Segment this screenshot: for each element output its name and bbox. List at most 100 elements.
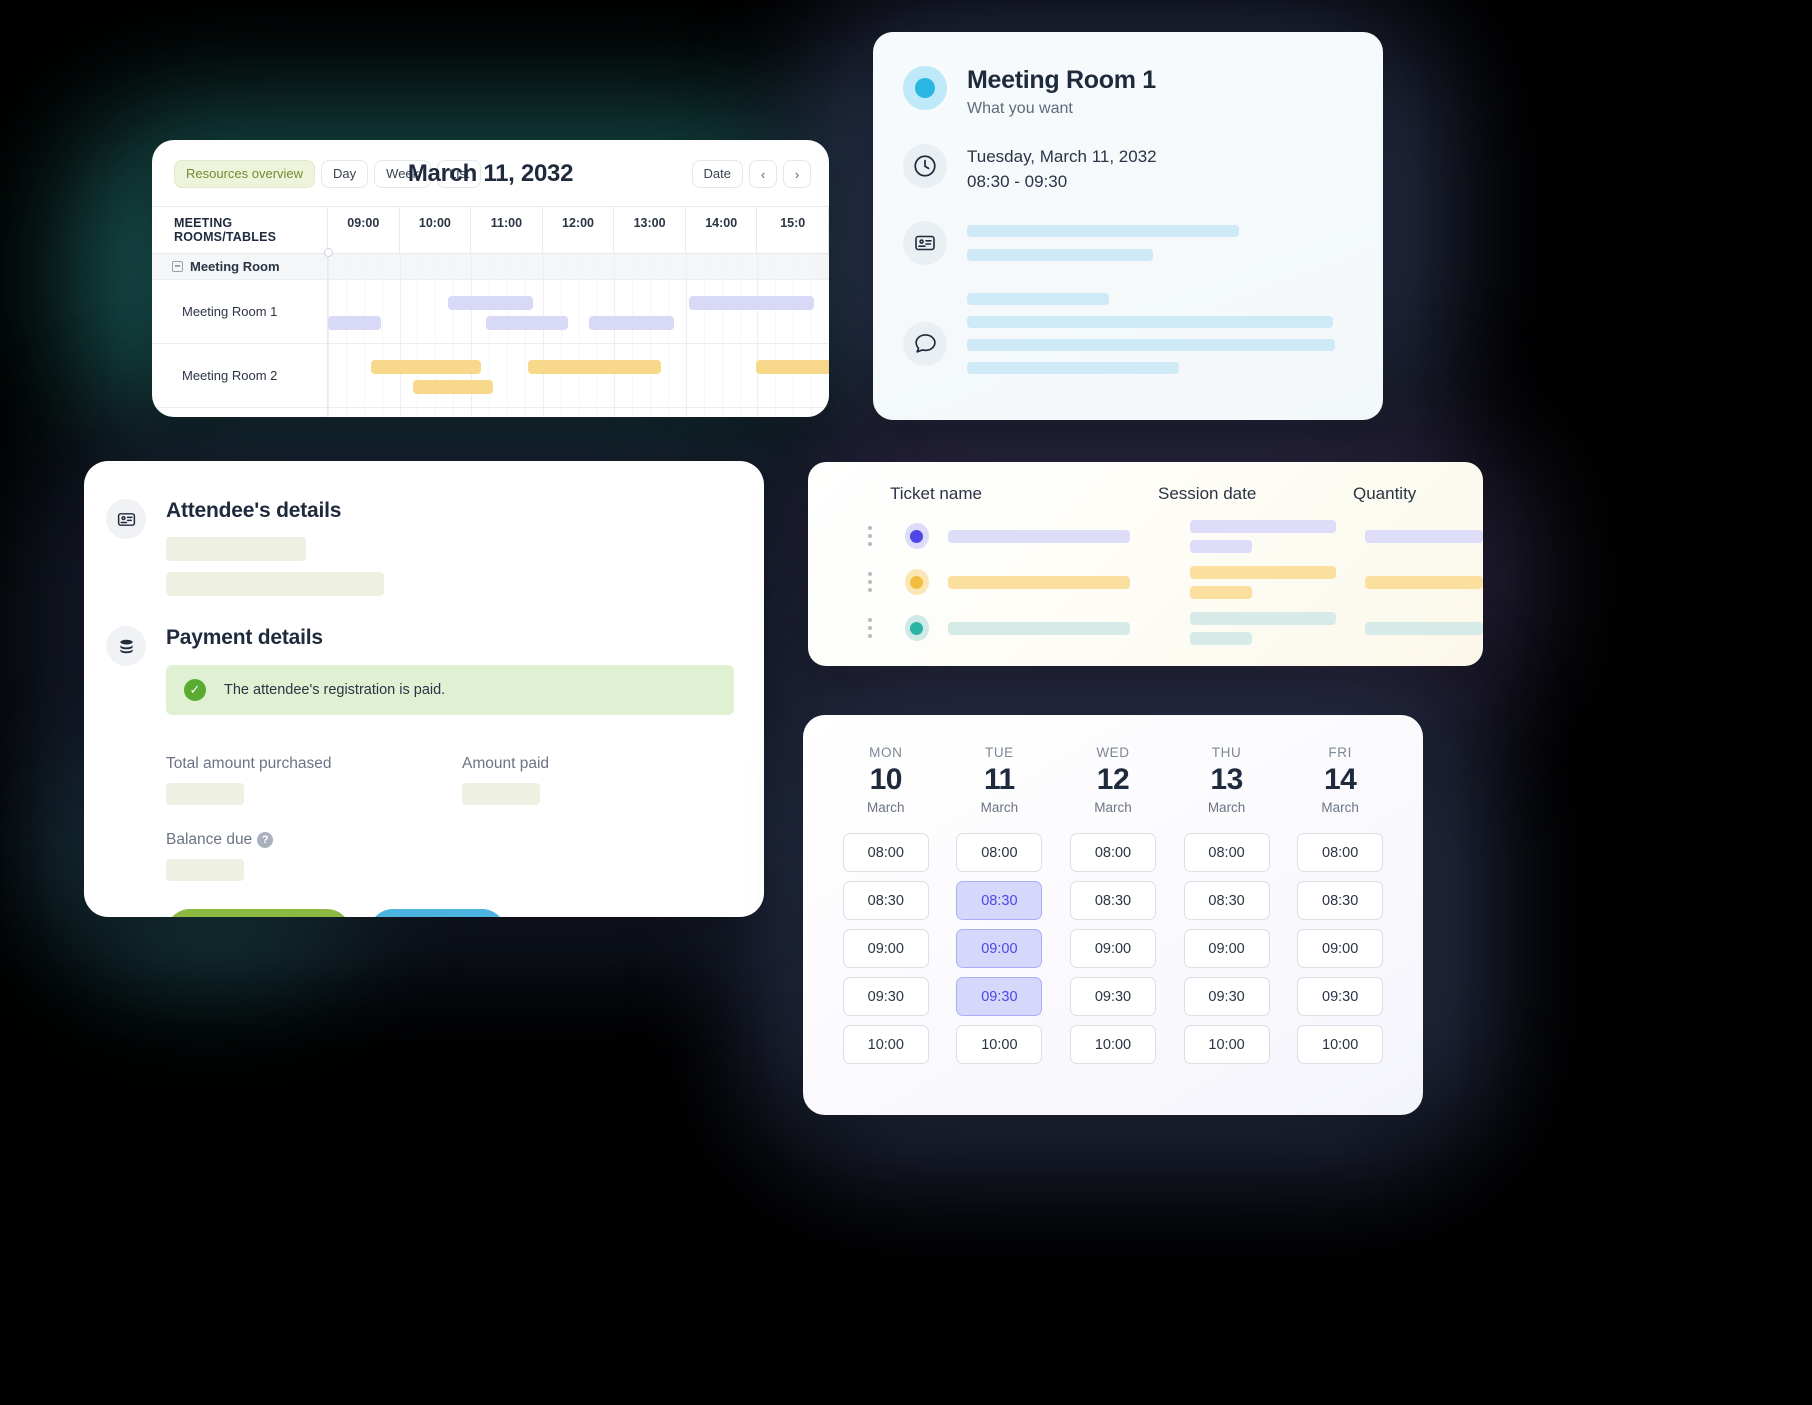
calendar-header-row: MEETING ROOMS/TABLES 09:00 10:00 11:00 1…	[152, 206, 829, 255]
tickets-table-header: Ticket name Session date Quantity	[808, 462, 1483, 504]
picker-time-slot[interactable]: 08:30	[1297, 881, 1384, 920]
picker-time-slot[interactable]: 09:00	[1069, 929, 1156, 968]
picker-time-slot[interactable]: 09:30	[1069, 977, 1156, 1016]
picker-time-slot[interactable]: 09:00	[1183, 929, 1270, 968]
calendar-row-meeting-room-2[interactable]: Meeting Room 2	[152, 344, 829, 409]
calendar-view-week[interactable]: Week	[374, 160, 432, 189]
picker-time-slot[interactable]: 08:30	[1069, 881, 1156, 920]
amount-paid-label: Amount paid	[462, 755, 550, 772]
calendar-quarter-gridline	[524, 280, 526, 344]
calendar-quarter-gridline	[435, 280, 437, 344]
picker-time-slot[interactable]: 08:00	[1297, 833, 1384, 872]
amount-fields-row: Total amount purchased Amount paid	[166, 755, 734, 805]
calendar-hour-gridline	[757, 408, 759, 417]
calendar-event-block[interactable]	[413, 380, 494, 395]
picker-time-slot[interactable]: 10:00	[1297, 1025, 1384, 1064]
picker-day-dow: TUE	[984, 745, 1014, 760]
calendar-date-button[interactable]: Date	[691, 160, 743, 189]
kebab-menu-icon[interactable]	[858, 526, 881, 546]
picker-day-header[interactable]: TUE 11 March	[943, 745, 1057, 815]
picker-time-slot[interactable]: 08:30	[956, 881, 1043, 920]
calendar-nav-controls: Date ‹ ›	[691, 160, 811, 189]
picker-time-slot[interactable]: 09:00	[842, 929, 929, 968]
picker-time-slot[interactable]: 09:00	[1297, 929, 1384, 968]
picker-time-slot[interactable]: 08:00	[956, 833, 1043, 872]
calendar-view-resources-overview[interactable]: Resources overview	[174, 160, 316, 189]
picker-time-slot[interactable]: 09:30	[1297, 977, 1384, 1016]
picker-time-slot[interactable]: 10:00	[1069, 1025, 1156, 1064]
ticket-row[interactable]	[808, 556, 1483, 608]
calendar-quarter-gridline	[524, 344, 526, 408]
calendar-resource-column-header: MEETING ROOMS/TABLES	[152, 207, 328, 254]
picker-time-slot[interactable]: 08:00	[842, 833, 929, 872]
picker-time-slot-grid: 08:00 08:30 09:00 09:30 10:00 08:00 08:30 09:00…	[803, 815, 1423, 1064]
picker-time-slot[interactable]: 09:30	[956, 977, 1043, 1016]
calendar-group-lane	[328, 254, 829, 280]
calendar-quarter-gridline	[417, 344, 419, 408]
picker-day-number: 14	[1323, 763, 1357, 796]
calendar-row-meeting-room-1[interactable]: Meeting Room 1	[152, 280, 829, 345]
calendar-hour-gridline	[399, 280, 401, 344]
picker-time-slot[interactable]: 08:30	[842, 881, 929, 920]
picker-day-header[interactable]: FRI 14 March	[1283, 745, 1397, 815]
picker-time-slot[interactable]: 09:00	[956, 929, 1043, 968]
picker-time-slot[interactable]: 08:00	[1183, 833, 1270, 872]
status-dot-icon	[903, 66, 947, 110]
chevron-left-icon[interactable]: ‹	[749, 160, 777, 189]
picker-time-slot[interactable]: 10:00	[1183, 1025, 1270, 1064]
calendar-event-block[interactable]	[485, 316, 569, 331]
calendar-event-block[interactable]	[756, 360, 829, 375]
picker-day-header[interactable]: MON 10 March	[829, 745, 943, 815]
calendar-quarter-gridline	[650, 280, 652, 344]
ticket-name-placeholder	[948, 529, 1131, 543]
help-circle-icon[interactable]: ?	[257, 831, 274, 848]
calendar-hour-gridline	[685, 280, 687, 344]
collapse-icon[interactable]: –	[172, 261, 183, 273]
new-payment-button[interactable]: New payment	[166, 909, 351, 917]
picker-time-slot[interactable]: 08:00	[1069, 833, 1156, 872]
kebab-menu-icon[interactable]	[858, 618, 881, 638]
picker-time-slot[interactable]: 10:00	[956, 1025, 1043, 1064]
calendar-quarter-gridline	[381, 280, 383, 344]
calendar-quarter-gridline	[596, 280, 598, 344]
calendar-quarter-gridline	[435, 254, 437, 280]
picker-day-header[interactable]: WED 12 March	[1056, 745, 1170, 815]
picker-time-slot[interactable]: 08:30	[1183, 881, 1270, 920]
calendar-row-meeting-room-3[interactable]: Meeting Room 3	[152, 408, 829, 417]
picker-time-slot[interactable]: 09:30	[842, 977, 929, 1016]
calendar-event-block[interactable]	[370, 360, 481, 375]
balance-due-label: Balance due	[166, 831, 253, 848]
picker-time-slot[interactable]: 10:00	[842, 1025, 929, 1064]
calendar-hour-gridline	[471, 254, 473, 280]
ticket-row[interactable]	[808, 608, 1483, 648]
picker-day-month: March	[980, 800, 1019, 815]
total-amount-value	[166, 783, 244, 805]
calendar-row-lane-3	[328, 408, 829, 417]
calendar-group-row-meeting-room[interactable]: – Meeting Room	[152, 254, 829, 281]
calendar-quarter-gridline	[650, 254, 652, 280]
chevron-right-icon[interactable]: ›	[783, 160, 811, 189]
calendar-hour-gridline	[757, 280, 759, 344]
calendar-quarter-gridline	[775, 408, 777, 417]
kebab-menu-icon[interactable]	[858, 572, 881, 592]
calendar-view-list[interactable]: List	[437, 160, 482, 189]
total-amount-label: Total amount purchased	[166, 755, 332, 772]
calendar-quarter-gridline	[632, 280, 634, 344]
calendar-quarter-gridline	[703, 408, 705, 417]
ticket-row[interactable]	[808, 516, 1483, 556]
refund-button[interactable]: Refund	[368, 909, 507, 917]
calendar-quarter-gridline	[417, 408, 419, 417]
balance-due-value	[166, 859, 244, 881]
calendar-hour-gridline	[471, 344, 473, 408]
calendar-view-switcher[interactable]: Resources overview Day Week List	[174, 160, 482, 189]
calendar-event-block[interactable]	[528, 360, 662, 375]
calendar-event-block[interactable]	[448, 296, 534, 311]
picker-day-header[interactable]: THU 13 March	[1170, 745, 1284, 815]
calendar-event-block[interactable]	[588, 316, 674, 331]
calendar-quarter-gridline	[560, 280, 562, 344]
calendar-event-block[interactable]	[328, 316, 381, 331]
picker-time-slot[interactable]: 09:30	[1183, 977, 1270, 1016]
calendar-view-day[interactable]: Day	[321, 160, 369, 189]
calendar-event-block[interactable]	[688, 296, 814, 311]
ticket-color-swatch	[905, 569, 929, 595]
